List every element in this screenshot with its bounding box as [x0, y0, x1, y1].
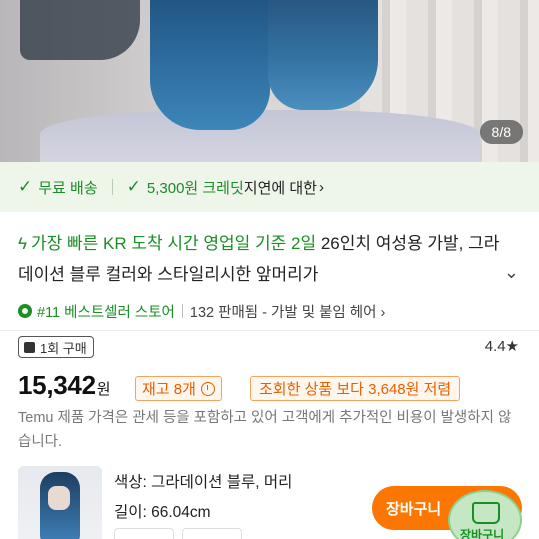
wig-hair-left: [150, 0, 270, 130]
shirt-area: [40, 110, 480, 162]
sold-count: 132 판매됨: [189, 304, 259, 321]
delivery-promo: 가장 빠른 KR 도착 시간 영업일 기준 2일: [31, 234, 317, 253]
price-currency: 원: [96, 381, 111, 398]
wig-thumbnail-face: [48, 486, 70, 510]
variant-length: 길이: 66.04cm: [114, 504, 211, 521]
option-chip[interactable]: [182, 528, 242, 539]
rating[interactable]: 4.4★: [485, 337, 519, 355]
shopping-bag-icon: [24, 341, 35, 353]
option-chip[interactable]: [114, 528, 174, 539]
section-divider: [0, 330, 539, 331]
credit-amount: 5,300원 크레딧: [146, 179, 244, 197]
product-title[interactable]: ϟ 가장 빠른 KR 도착 시간 영업일 기준 2일 26인치 여성용 가발, 그…: [18, 228, 508, 290]
product-image-gallery[interactable]: 8/8: [0, 0, 539, 162]
stock-badge: 재고 8개: [135, 376, 222, 401]
dark-frame: [20, 0, 140, 60]
variant-color: 색상: 그라데이션 블루, 머리: [114, 474, 293, 491]
chevron-right-icon: ›: [318, 178, 324, 196]
check-icon: ✓: [126, 177, 141, 196]
cart-label: 장바구니: [460, 528, 505, 539]
clock-icon: [200, 381, 215, 396]
price: 15,342 원: [18, 370, 111, 401]
check-icon: ✓: [18, 177, 33, 196]
store-info-row[interactable]: #11 베스트셀러 스토어 132 판매됨 - 가발 및 붙임 헤어 ›: [18, 298, 385, 324]
lightning-icon: ϟ: [18, 234, 27, 253]
free-shipping-label: 무료 배송: [38, 179, 98, 197]
purchase-count-label: 1회 구매: [40, 340, 87, 356]
variant-info[interactable]: 색상: 그라데이션 블루, 머리 길이: 66.04cm: [114, 468, 292, 528]
cart-icon: [472, 502, 500, 524]
medal-icon: [18, 304, 32, 318]
credit-suffix: 지연에 대한: [243, 179, 317, 197]
benefits-bar[interactable]: ✓ 무료 배송 ✓ 5,300원 크레딧 지연에 대한 ›: [0, 162, 539, 212]
price-compare-badge: 조회한 상품 보다 3,648원 저렴: [250, 376, 461, 401]
image-pager: 8/8: [479, 120, 523, 144]
wig-hair-right: [268, 0, 378, 110]
price-note: Temu 제품 가격은 관세 등을 포함하고 있어 고객에게 추가적인 비용이 …: [18, 410, 512, 450]
best-seller-label: #11 베스트셀러 스토어: [37, 304, 175, 321]
price-amount: 15,342: [18, 370, 96, 400]
category-link[interactable]: - 가발 및 붙임 헤어 ›: [262, 301, 385, 322]
expand-title-chevron-icon[interactable]: ⌄: [504, 262, 519, 283]
best-seller-rank: #11 베스트셀러 스토어: [18, 301, 175, 322]
purchase-count-badge: 1회 구매: [18, 336, 94, 358]
stock-label: 재고 8개: [142, 381, 196, 398]
add-to-cart-label: 장바구니: [386, 500, 442, 518]
benefits-divider: [111, 179, 113, 195]
variant-thumbnail[interactable]: [18, 466, 102, 539]
divider: [181, 304, 183, 318]
